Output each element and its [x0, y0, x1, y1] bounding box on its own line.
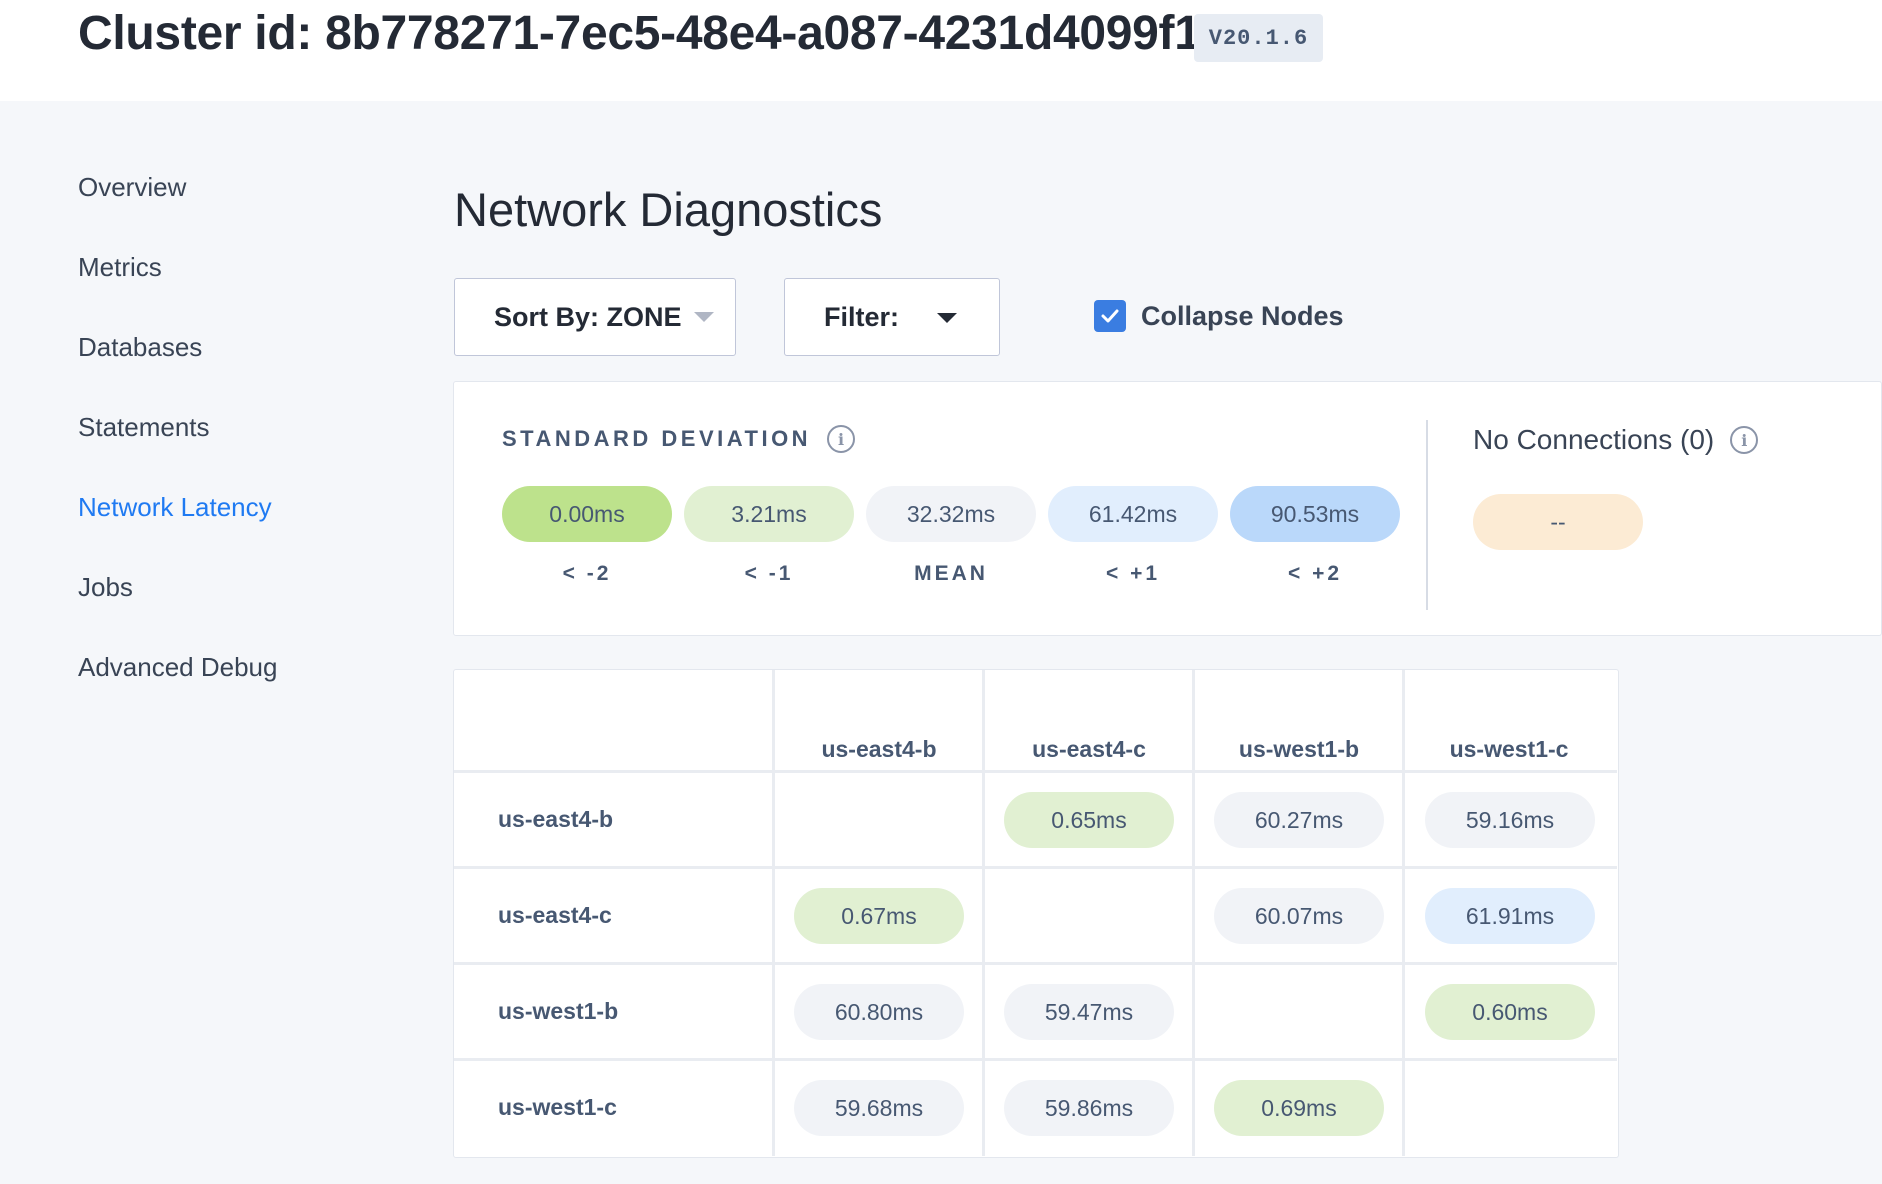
- latency-cell[interactable]: 0.67ms: [794, 888, 964, 944]
- sort-dropdown[interactable]: Sort By: ZONE: [454, 278, 736, 356]
- std-deviation-title: STANDARD DEVIATION i: [502, 425, 856, 453]
- legend-label-mean: MEAN: [914, 562, 988, 585]
- checkmark-icon: [1101, 309, 1119, 323]
- table-column-header: us-east4-b: [821, 736, 937, 762]
- info-icon[interactable]: i: [1730, 426, 1759, 454]
- collapse-nodes-checkbox[interactable]: [1094, 300, 1126, 332]
- page-title: Network Diagnostics: [454, 183, 883, 236]
- latency-cell[interactable]: 60.80ms: [794, 984, 964, 1040]
- sidebar-item-databases[interactable]: Databases: [78, 332, 202, 363]
- sidebar-item-network-latency[interactable]: Network Latency: [78, 492, 272, 523]
- latency-cell[interactable]: 59.86ms: [1004, 1080, 1174, 1136]
- info-icon[interactable]: i: [827, 425, 856, 453]
- table-divider: [454, 770, 1617, 773]
- legend-label-minus1: < -1: [744, 562, 794, 585]
- sort-dropdown-label: Sort By: ZONE: [494, 301, 682, 332]
- legend-pill-plus1: 61.42ms: [1048, 486, 1218, 542]
- latency-cell[interactable]: 59.16ms: [1425, 792, 1595, 848]
- sidebar-item-metrics[interactable]: Metrics: [78, 252, 162, 283]
- table-row-header: us-east4-b: [498, 806, 614, 832]
- table-column-header: us-west1-b: [1238, 736, 1360, 762]
- latency-cell[interactable]: 0.65ms: [1004, 792, 1174, 848]
- legend-divider: [1426, 420, 1428, 610]
- latency-cell[interactable]: 0.60ms: [1425, 984, 1595, 1040]
- sidebar-item-advanced-debug[interactable]: Advanced Debug: [78, 652, 277, 683]
- filter-dropdown[interactable]: Filter:: [784, 278, 1000, 356]
- legend-label-minus2: < -2: [562, 562, 612, 585]
- table-row-header: us-east4-c: [498, 902, 612, 928]
- legend-label-plus2: < +2: [1287, 562, 1343, 585]
- latency-table: us-east4-b us-east4-c us-west1-b us-west…: [453, 669, 1619, 1158]
- sidebar-item-statements[interactable]: Statements: [78, 412, 210, 443]
- latency-cell[interactable]: 59.68ms: [794, 1080, 964, 1136]
- table-row-header: us-west1-c: [498, 1094, 617, 1120]
- sidebar-item-overview[interactable]: Overview: [78, 172, 186, 203]
- latency-cell[interactable]: 59.47ms: [1004, 984, 1174, 1040]
- latency-cell[interactable]: 60.07ms: [1214, 888, 1384, 944]
- collapse-nodes-label: Collapse Nodes: [1141, 300, 1344, 331]
- legend-panel: STANDARD DEVIATION i 0.00ms 3.21ms 32.32…: [453, 381, 1882, 636]
- legend-pill-minus1: 3.21ms: [684, 486, 854, 542]
- table-column-header: us-west1-c: [1449, 736, 1569, 762]
- legend-pill-plus2: 90.53ms: [1230, 486, 1400, 542]
- chevron-down-icon: [693, 312, 714, 322]
- table-divider: [454, 1058, 1617, 1061]
- chevron-down-icon: [937, 313, 957, 323]
- legend-pill-mean: 32.32ms: [866, 486, 1036, 542]
- latency-cell[interactable]: 61.91ms: [1425, 888, 1595, 944]
- no-connections-title: No Connections (0) i: [1473, 424, 1759, 456]
- legend-pill-minus2: 0.00ms: [502, 486, 672, 542]
- no-connections-pill: --: [1473, 494, 1643, 550]
- sidebar-item-jobs[interactable]: Jobs: [78, 572, 133, 603]
- latency-cell[interactable]: 60.27ms: [1214, 792, 1384, 848]
- filter-dropdown-label: Filter:: [824, 301, 900, 332]
- cluster-title: Cluster id: 8b778271-7ec5-48e4-a087-4231…: [78, 7, 1228, 60]
- version-badge: V20.1.6: [1194, 14, 1323, 62]
- table-row-header: us-west1-b: [498, 998, 619, 1024]
- collapse-nodes-toggle[interactable]: Collapse Nodes: [1094, 300, 1344, 332]
- table-divider: [454, 866, 1617, 869]
- legend-label-plus1: < +1: [1105, 562, 1161, 585]
- table-column-header: us-east4-c: [1032, 736, 1146, 762]
- table-divider: [454, 962, 1617, 965]
- latency-cell[interactable]: 0.69ms: [1214, 1080, 1384, 1136]
- header: Cluster id: 8b778271-7ec5-48e4-a087-4231…: [0, 0, 1882, 101]
